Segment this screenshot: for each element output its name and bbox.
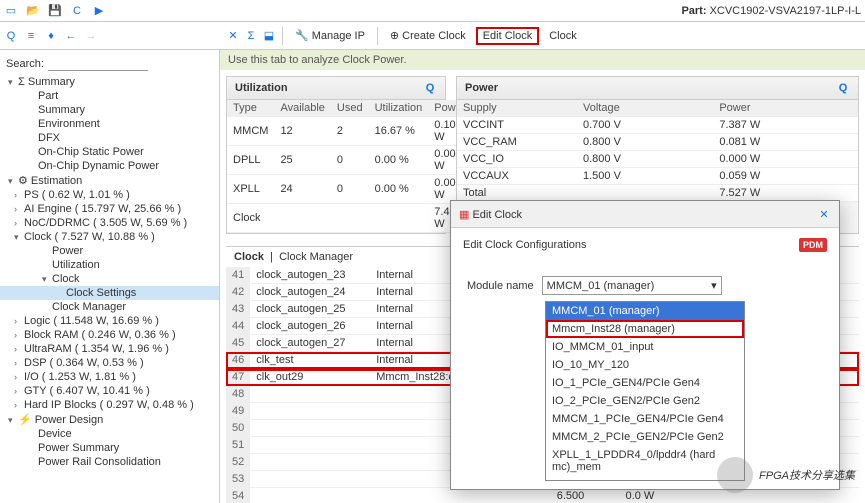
x-icon[interactable]: ✕ [226,29,240,43]
tree-node[interactable]: ›DSP ( 0.364 W, 0.53 % ) [0,356,219,370]
tree-node[interactable]: ›I/O ( 1.253 W, 1.81 % ) [0,370,219,384]
dropdown-option[interactable]: Mmcm_Inst28 (manager) [546,320,744,338]
dropdown-option[interactable]: IO_1_PCIe_GEN4/PCIe Gen4 [546,374,744,392]
dropdown-option[interactable]: MMCM_1_PCIe_GEN4/PCIe Gen4 [546,410,744,428]
tree-node[interactable]: ▾⚡ Power Design [0,412,219,427]
play-icon[interactable]: ▶ [92,4,106,18]
search-input[interactable] [48,56,148,71]
manage-ip-button[interactable]: 🔧 Manage IP [289,27,371,44]
watermark: FPGA技术分享选集 [717,457,855,493]
tree-node[interactable]: On-Chip Dynamic Power [0,159,219,173]
tree-node[interactable]: Part [0,89,219,103]
create-clock-button[interactable]: ⊕ Create Clock [384,27,472,44]
search-icon[interactable]: Q [836,81,850,95]
tree-node[interactable]: Power Summary [0,441,219,455]
tree-node[interactable]: Clock Settings [0,286,219,300]
tree-node[interactable]: On-Chip Static Power [0,145,219,159]
chart-icon[interactable]: ⬓ [262,29,276,43]
hint-text: Use this tab to analyze Clock Power. [220,50,865,70]
utilization-panel: UtilizationQ TypeAvailableUsedUtilizatio… [226,76,446,234]
dropdown-option[interactable]: IO_MMCM_01_input [546,338,744,356]
tree-node[interactable]: Summary [0,103,219,117]
edit-clock-dialog: ▦ Edit Clock ✕ Edit Clock Configurations… [450,200,840,490]
sidebar: Search: ▾Σ SummaryPartSummaryEnvironment… [0,50,220,503]
tree-node[interactable]: ▾⚙ Estimation [0,173,219,188]
edit-clock-button[interactable]: Edit Clock [476,27,540,45]
clock-label: Clock [543,28,583,44]
close-icon[interactable]: ✕ [817,207,831,221]
tree-node[interactable]: ▾Clock ( 7.527 W, 10.88 % ) [0,230,219,244]
collapse-icon[interactable]: ≡ [24,29,38,43]
dialog-subtitle: Edit Clock Configurations [463,239,587,251]
tree-node[interactable]: ▾Clock [0,272,219,286]
new-icon[interactable]: ▭ [4,4,18,18]
tree-node[interactable]: Clock Manager [0,300,219,314]
part-info: Part: XCVC1902-VSVA2197-1LP-I-L [681,5,861,17]
tree-node[interactable]: ›UltraRAM ( 1.354 W, 1.96 % ) [0,342,219,356]
save-icon[interactable]: 💾 [48,4,62,18]
refresh-icon[interactable]: C [70,4,84,18]
tree-node[interactable]: ›PS ( 0.62 W, 1.01 % ) [0,188,219,202]
tree-node[interactable]: DFX [0,131,219,145]
forward-icon[interactable]: → [84,29,98,43]
dropdown-option[interactable]: IO_10_MY_120 [546,356,744,374]
chevron-down-icon: ▾ [711,279,717,292]
dropdown-option[interactable]: XPLL_2_LPDDR4_0/lpddr4 (hard mc)_mem [546,476,744,481]
tree-node[interactable]: Environment [0,117,219,131]
dropdown-option[interactable]: IO_2_PCIe_GEN2/PCIe Gen2 [546,392,744,410]
tab-clock-manager[interactable]: Clock Manager [279,251,353,263]
back-icon[interactable]: ← [64,29,78,43]
open-icon[interactable]: 📂 [26,4,40,18]
module-name-select[interactable]: MMCM_01 (manager)▾ [542,276,722,295]
sigma-icon[interactable]: Σ [244,29,258,43]
tree-node[interactable]: Utilization [0,258,219,272]
dropdown-option[interactable]: XPLL_1_LPDDR4_0/lpddr4 (hard mc)_mem [546,446,744,476]
dropdown-option[interactable]: MMCM_01 (manager) [546,302,744,320]
tree-node[interactable]: Device [0,427,219,441]
tree-node[interactable]: Power Rail Consolidation [0,455,219,469]
tree-node[interactable]: ›Block RAM ( 0.246 W, 0.36 % ) [0,328,219,342]
module-name-label: Module name [467,280,534,292]
pdm-badge: PDM [799,238,827,252]
search-icon[interactable]: Q [423,81,437,95]
tree-node[interactable]: Power [0,244,219,258]
module-dropdown[interactable]: MMCM_01 (manager)Mmcm_Inst28 (manager)IO… [545,301,745,481]
tree-node[interactable]: ›Logic ( 11.548 W, 16.69 % ) [0,314,219,328]
expand-icon[interactable]: ♦ [44,29,58,43]
tree-node[interactable]: ›AI Engine ( 15.797 W, 25.66 % ) [0,202,219,216]
search-icon[interactable]: Q [4,29,18,43]
tree-node[interactable]: ▾Σ Summary [0,75,219,89]
dropdown-option[interactable]: MMCM_2_PCIe_GEN2/PCIe Gen2 [546,428,744,446]
dialog-title: Edit Clock [472,209,522,221]
tree-node[interactable]: ›NoC/DDRMC ( 3.505 W, 5.69 % ) [0,216,219,230]
search-label: Search: [6,58,44,70]
tree-node[interactable]: ›Hard IP Blocks ( 0.297 W, 0.48 % ) [0,398,219,412]
tree-node[interactable]: ›GTY ( 6.407 W, 10.41 % ) [0,384,219,398]
